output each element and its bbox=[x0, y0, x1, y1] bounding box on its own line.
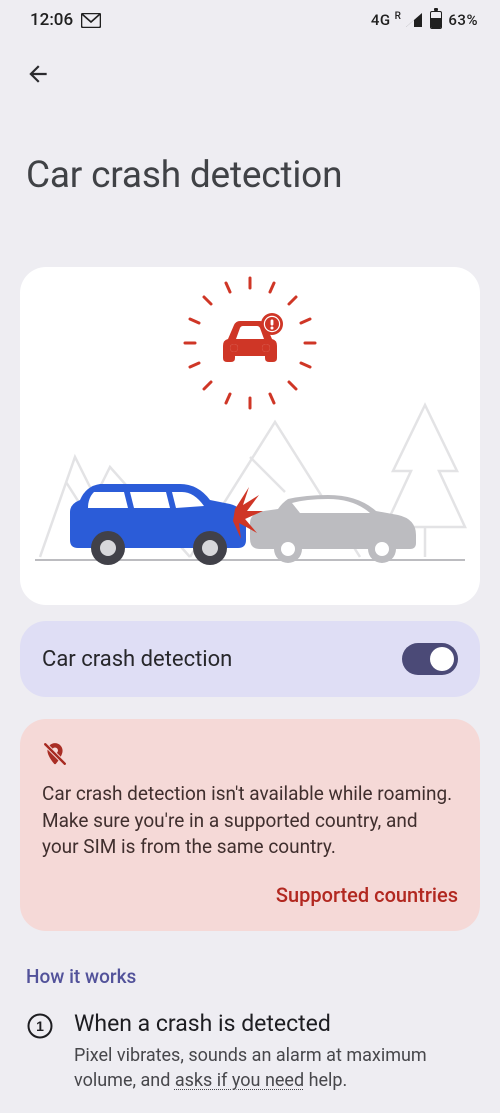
how-it-works-heading: How it works bbox=[26, 965, 474, 988]
step-number-icon: 1 bbox=[26, 1012, 54, 1040]
svg-text:1: 1 bbox=[36, 1018, 44, 1034]
switch-thumb bbox=[430, 647, 454, 671]
step-body: Pixel vibrates, sounds an alarm at maxim… bbox=[74, 1043, 474, 1093]
toggle-card: Car crash detection bbox=[20, 621, 480, 697]
roaming-indicator: R bbox=[395, 11, 402, 22]
page-title: Car crash detection bbox=[26, 154, 474, 197]
gmail-icon bbox=[81, 13, 101, 28]
step-title: When a crash is detected bbox=[74, 1010, 474, 1037]
crash-detection-toggle[interactable] bbox=[402, 643, 458, 675]
toggle-label: Car crash detection bbox=[42, 647, 232, 672]
arrow-back-icon bbox=[25, 61, 51, 87]
clock: 12:06 bbox=[30, 10, 73, 30]
illustration-card bbox=[20, 267, 480, 605]
back-button[interactable] bbox=[18, 54, 58, 94]
network-label: 4G bbox=[371, 11, 391, 29]
supported-countries-link[interactable]: Supported countries bbox=[42, 883, 458, 907]
battery-pct: 63% bbox=[448, 11, 478, 29]
step-content: When a crash is detected Pixel vibrates,… bbox=[74, 1010, 474, 1093]
crash-illustration bbox=[20, 267, 480, 605]
status-right: 4G R 63% bbox=[371, 11, 478, 29]
warning-text: Car crash detection isn't available whil… bbox=[42, 781, 458, 861]
status-bar: 12:06 4G R 63% bbox=[0, 0, 500, 36]
roaming-warning-card: Car crash detection isn't available whil… bbox=[20, 719, 480, 931]
step-1: 1 When a crash is detected Pixel vibrate… bbox=[26, 1010, 474, 1093]
status-left: 12:06 bbox=[30, 10, 101, 30]
location-off-icon bbox=[42, 741, 458, 767]
battery-icon bbox=[430, 11, 442, 29]
signal-icon bbox=[405, 12, 423, 28]
